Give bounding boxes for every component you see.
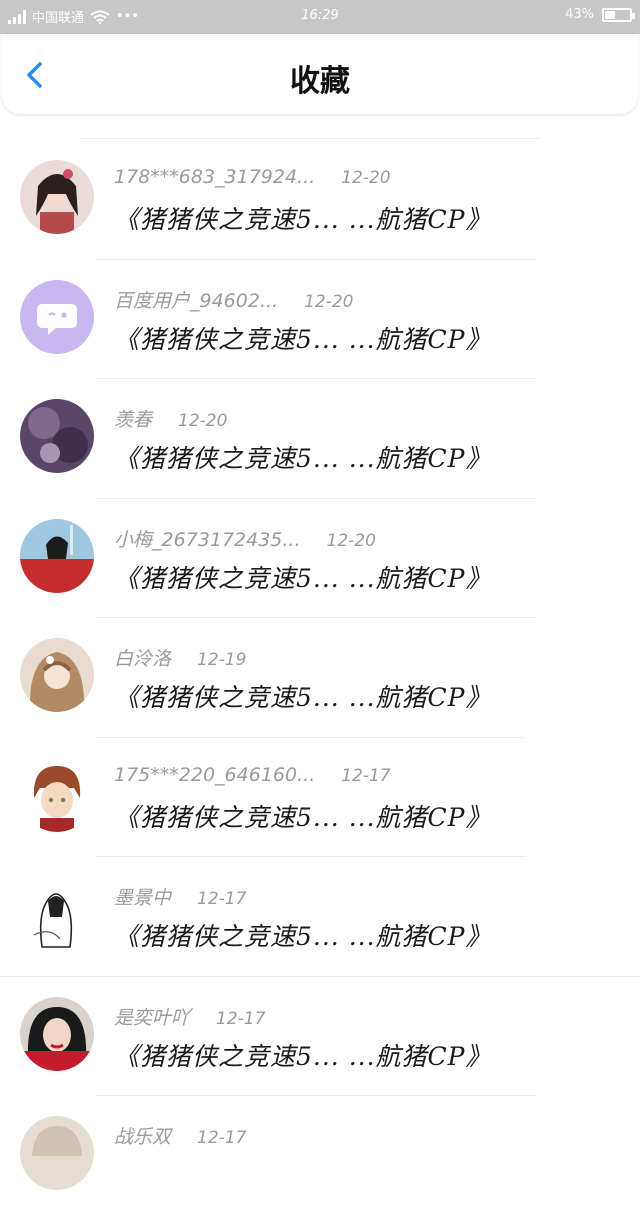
item-title: 《猪猪侠之竞速5... ...航猪CP》: [114, 922, 492, 951]
item-title: 《猪猪侠之竞速5... ...航猪CP》: [114, 563, 492, 593]
item-title: 《猪猪侠之竞速5... ...航猪CP》: [114, 324, 492, 354]
username: 白泠洛: [114, 648, 172, 670]
avatar: [20, 877, 94, 951]
carrier-label: 中国联通: [32, 11, 85, 26]
item-meta: 百度用户_94602... 12-20: [114, 286, 353, 313]
avatar: [20, 279, 94, 354]
page-title: 收藏: [290, 64, 350, 99]
list-item[interactable]: 羡春 12-20 《猪猪侠之竞速5... ...航猪CP》: [0, 379, 640, 499]
list-item[interactable]: 是奕叶吖 12-17 《猪猪侠之竞速5... ...航猪CP》: [0, 977, 640, 1096]
item-meta: 175***220_646160... 12-17: [114, 764, 391, 786]
item-date: 12-20: [178, 411, 228, 431]
item-date: 12-17: [197, 1128, 247, 1148]
username: 羡春: [114, 409, 153, 431]
battery-percent: 43%: [565, 7, 594, 22]
status-left: 中国联通 •••: [8, 7, 139, 26]
username: 小梅_2673172435...: [114, 528, 301, 551]
avatar: [20, 638, 94, 712]
item-date: 12-19: [197, 650, 247, 670]
status-bar: 中国联通 ••• 16:29 43%: [0, 0, 640, 34]
list-item[interactable]: 墨景中 12-17 《猪猪侠之竞速5... ...航猪CP》: [0, 857, 640, 977]
avatar: [20, 518, 94, 593]
username: 178***683_317924...: [114, 166, 316, 188]
item-meta: 是奕叶吖 12-17: [114, 1003, 265, 1030]
item-meta: 178***683_317924... 12-20: [114, 166, 391, 188]
item-meta: 白泠洛 12-19: [114, 644, 246, 671]
item-title: 《猪猪侠之竞速5... ...航猪CP》: [114, 444, 492, 473]
divider: [80, 138, 540, 139]
item-meta: 战乐双 12-17: [114, 1122, 246, 1149]
battery-fill: [605, 10, 615, 19]
avatar: [20, 757, 94, 832]
item-title: 《猪猪侠之竞速5... ...航猪CP》: [114, 802, 492, 832]
list-item[interactable]: 178***683_317924... 12-20 《猪猪侠之竞速5... ...…: [0, 140, 640, 260]
item-date: 12-17: [216, 1008, 266, 1029]
signal-icon: [8, 9, 26, 24]
avatar: [20, 1116, 94, 1190]
wifi-icon: [90, 10, 110, 24]
more-dots: •••: [116, 9, 140, 24]
username: 百度用户_94602...: [114, 289, 279, 312]
list-item[interactable]: 百度用户_94602... 12-20 《猪猪侠之竞速5... ...航猪CP》: [0, 260, 640, 379]
list-item[interactable]: 小梅_2673172435... 12-20 《猪猪侠之竞速5... ...航猪C…: [0, 499, 640, 618]
avatar: [20, 399, 94, 473]
avatar: [20, 160, 94, 234]
username: 175***220_646160...: [114, 763, 316, 786]
battery-icon: [602, 7, 635, 22]
item-meta: 墨景中 12-17: [114, 883, 246, 910]
status-right: 43%: [565, 7, 635, 22]
list-item[interactable]: 175***220_646160... 12-17 《猪猪侠之竞速5... ...…: [0, 738, 640, 857]
item-date: 12-17: [341, 765, 391, 786]
item-title: 《猪猪侠之竞速5... ...航猪CP》: [114, 683, 492, 712]
item-date: 12-20: [326, 530, 376, 551]
list-item[interactable]: 战乐双 12-17: [0, 1096, 640, 1216]
item-meta: 小梅_2673172435... 12-20: [114, 525, 376, 552]
nav-header: 收藏: [2, 34, 638, 114]
item-date: 12-20: [304, 291, 354, 312]
clock: 16:29: [301, 8, 339, 23]
avatar: [20, 996, 94, 1071]
username: 墨景中: [114, 887, 172, 909]
favorites-list: 178***683_317924... 12-20 《猪猪侠之竞速5... ...…: [0, 140, 640, 1216]
list-item[interactable]: 白泠洛 12-19 《猪猪侠之竞速5... ...航猪CP》: [0, 618, 640, 738]
item-title: 《猪猪侠之竞速5... ...航猪CP》: [114, 205, 492, 234]
username: 是奕叶吖: [114, 1006, 191, 1029]
username: 战乐双: [114, 1126, 172, 1148]
item-date: 12-17: [197, 889, 247, 909]
item-meta: 羡春 12-20: [114, 405, 227, 432]
item-date: 12-20: [341, 168, 391, 188]
item-title: 《猪猪侠之竞速5... ...航猪CP》: [114, 1041, 492, 1071]
